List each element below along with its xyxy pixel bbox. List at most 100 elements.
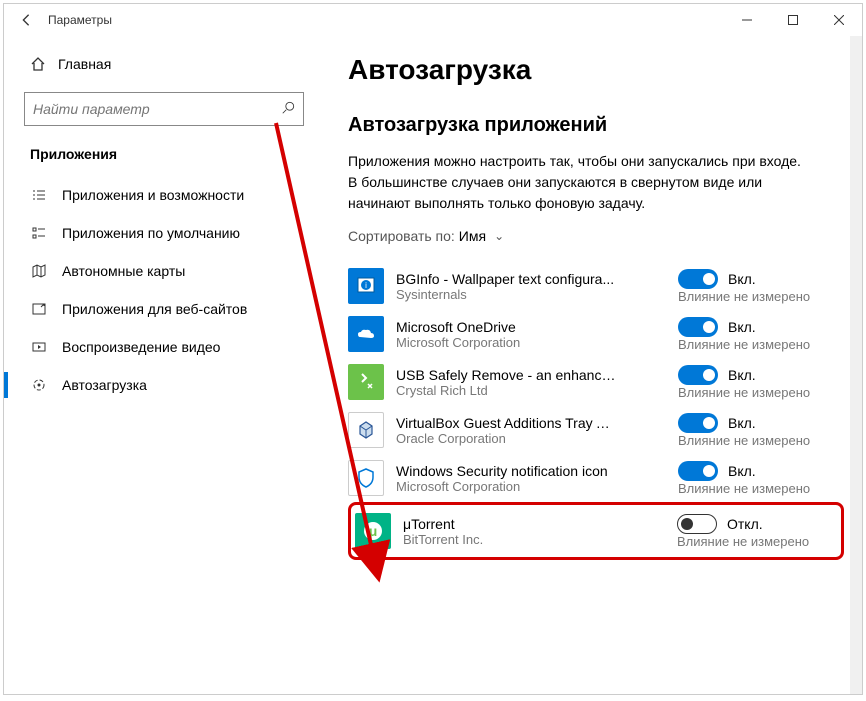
toggle-switch[interactable] [678,413,718,433]
toggle-label: Вкл. [728,271,756,287]
toggle-switch[interactable] [678,461,718,481]
video-icon [30,338,48,356]
toggle-label: Откл. [727,516,763,532]
app-name: Microsoft OneDrive [396,319,616,335]
app-name: BGInfo - Wallpaper text configura... [396,271,616,287]
minimize-button[interactable] [724,4,770,36]
back-button[interactable] [12,6,40,34]
sidebar-item-video-playback[interactable]: Воспроизведение видео [24,328,304,366]
app-icon-bginfo: i [348,268,384,304]
toggle-switch[interactable] [678,317,718,337]
settings-window: Параметры Главная Приложения [3,3,863,695]
app-right: Вкл. Влияние не измерено [678,365,838,400]
toggle-row: Вкл. [678,365,756,385]
sidebar-item-label: Автономные карты [62,263,185,279]
toggle-row: Вкл. [678,413,756,433]
app-publisher: Sysinternals [396,287,666,302]
toggle-switch[interactable] [678,269,718,289]
titlebar: Параметры [4,4,862,36]
app-icon-utorrent: μ [355,513,391,549]
app-row: Windows Security notification icon Micro… [348,454,838,502]
sidebar-item-label: Приложения по умолчанию [62,225,240,241]
sort-value: Имя [459,228,486,244]
toggle-switch[interactable] [677,514,717,534]
app-name: Windows Security notification icon [396,463,616,479]
page-heading: Автозагрузка [348,54,838,86]
maximize-button[interactable] [770,4,816,36]
sort-label: Сортировать по: [348,228,455,244]
app-icon-shield [348,460,384,496]
map-icon [30,262,48,280]
search-icon [281,101,295,118]
startup-icon [30,376,48,394]
app-right: Вкл. Влияние не измерено [678,317,838,352]
window-title: Параметры [48,13,112,27]
app-row-utorrent-highlighted: μ μTorrent BitTorrent Inc. Откл. Влияние… [348,502,844,560]
app-icon-usb [348,364,384,400]
impact-text: Влияние не измерено [677,534,809,549]
main-panel: Автозагрузка Автозагрузка приложений При… [324,36,862,694]
toggle-row: Вкл. [678,269,756,289]
sidebar-item-apps-features[interactable]: Приложения и возможности [24,176,304,214]
sort-row[interactable]: Сортировать по: Имя ⌄ [348,228,838,244]
sidebar-item-startup[interactable]: Автозагрузка [24,366,304,404]
section-heading: Автозагрузка приложений [348,114,838,137]
sidebar-item-label: Воспроизведение видео [62,339,220,355]
search-box[interactable] [24,92,304,126]
sidebar-item-label: Приложения и возможности [62,187,244,203]
toggle-row: Вкл. [678,317,756,337]
search-input[interactable] [33,101,281,117]
app-row: i BGInfo - Wallpaper text configura... S… [348,262,838,310]
app-name: μTorrent [403,516,623,532]
sidebar-item-label: Автозагрузка [62,377,147,393]
app-name: VirtualBox Guest Additions Tray A... [396,415,616,431]
toggle-label: Вкл. [728,463,756,479]
app-name: USB Safely Remove - an enhance... [396,367,616,383]
app-row: USB Safely Remove - an enhance... Crysta… [348,358,838,406]
close-button[interactable] [816,4,862,36]
impact-text: Влияние не измерено [678,385,810,400]
app-row: VirtualBox Guest Additions Tray A... Ora… [348,406,838,454]
content: Главная Приложения Приложения и возможно… [4,36,862,694]
toggle-label: Вкл. [728,415,756,431]
window-controls [724,4,862,36]
app-icon-virtualbox [348,412,384,448]
toggle-row: Вкл. [678,461,756,481]
toggle-row: Откл. [677,514,763,534]
startup-app-list: i BGInfo - Wallpaper text configura... S… [348,262,838,560]
app-publisher: Microsoft Corporation [396,335,666,350]
sidebar-item-website-apps[interactable]: Приложения для веб-сайтов [24,290,304,328]
app-icon-onedrive [348,316,384,352]
sidebar: Главная Приложения Приложения и возможно… [4,36,324,694]
list-icon [30,186,48,204]
app-text: VirtualBox Guest Additions Tray A... Ora… [396,415,666,446]
app-text: Microsoft OneDrive Microsoft Corporation [396,319,666,350]
toggle-switch[interactable] [678,365,718,385]
impact-text: Влияние не измерено [678,481,810,496]
website-icon [30,300,48,318]
section-description: Приложения можно настроить так, чтобы он… [348,151,808,214]
app-text: μTorrent BitTorrent Inc. [403,516,665,547]
impact-text: Влияние не измерено [678,433,810,448]
sidebar-item-label: Приложения для веб-сайтов [62,301,247,317]
svg-text:i: i [365,281,367,290]
app-text: Windows Security notification icon Micro… [396,463,666,494]
impact-text: Влияние не измерено [678,337,810,352]
app-text: USB Safely Remove - an enhance... Crysta… [396,367,666,398]
sidebar-item-default-apps[interactable]: Приложения по умолчанию [24,214,304,252]
app-text: BGInfo - Wallpaper text configura... Sys… [396,271,666,302]
app-publisher: Crystal Rich Ltd [396,383,666,398]
defaults-icon [30,224,48,242]
app-right: Вкл. Влияние не измерено [678,413,838,448]
impact-text: Влияние не измерено [678,289,810,304]
home-icon [30,56,46,72]
app-publisher: Oracle Corporation [396,431,666,446]
home-button[interactable]: Главная [24,48,304,80]
svg-text:μ: μ [369,523,378,539]
app-publisher: Microsoft Corporation [396,479,666,494]
scrollbar[interactable] [850,36,862,694]
app-publisher: BitTorrent Inc. [403,532,665,547]
app-right: Откл. Влияние не измерено [677,514,837,549]
app-row: Microsoft OneDrive Microsoft Corporation… [348,310,838,358]
sidebar-item-offline-maps[interactable]: Автономные карты [24,252,304,290]
